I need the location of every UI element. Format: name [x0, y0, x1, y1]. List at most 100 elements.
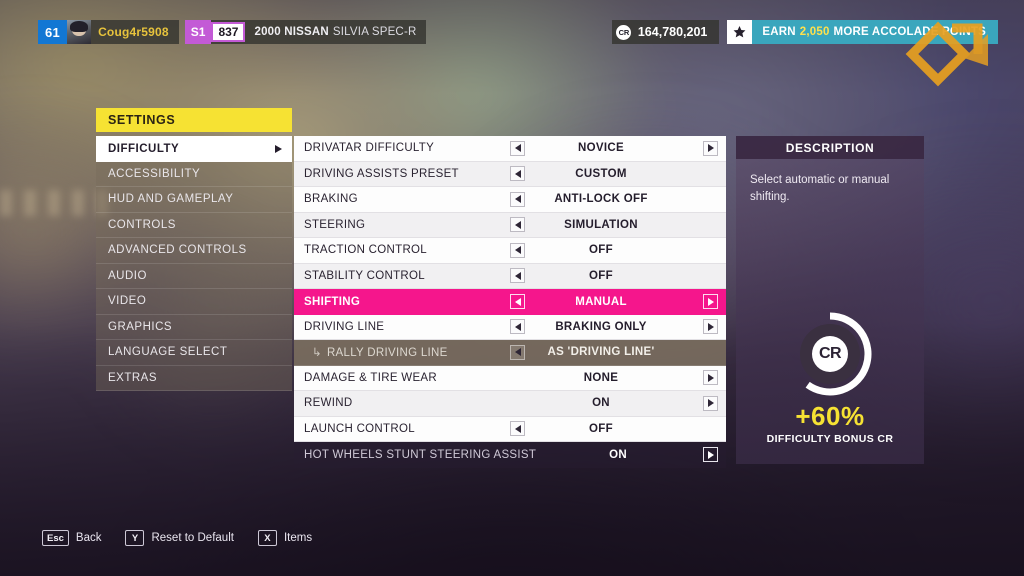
footer-hint-back[interactable]: Esc Back	[42, 530, 101, 546]
increment-arrow-icon[interactable]	[703, 140, 718, 156]
setting-label-text: HOT WHEELS STUNT STEERING ASSIST	[304, 448, 537, 461]
description-heading: DESCRIPTION	[736, 136, 924, 159]
setting-label-text: STEERING	[304, 218, 366, 231]
setting-label: DAMAGE & TIRE WEAR	[294, 372, 502, 384]
decrement-arrow-icon[interactable]	[510, 191, 525, 207]
increment-arrow-icon[interactable]	[703, 447, 718, 463]
decrement-arrow-icon[interactable]	[510, 166, 525, 182]
sidebar-item-label: ADVANCED CONTROLS	[108, 244, 247, 257]
sub-item-arrow-icon: ↳	[312, 347, 322, 360]
car-name-label: 2000 NISSAN SILVIA SPEC-R	[245, 20, 426, 44]
player-level-badge: 61	[38, 20, 68, 44]
settings-row[interactable]: DAMAGE & TIRE WEAR NONE	[294, 365, 726, 391]
hint-label: Back	[75, 532, 102, 544]
settings-row[interactable]: REWIND ON	[294, 391, 726, 417]
sidebar-item-audio[interactable]: AUDIO	[96, 263, 292, 289]
chevron-right-icon	[275, 144, 282, 153]
accolade-amount: 2,050	[799, 26, 830, 38]
sidebar-item-hud-and-gameplay[interactable]: HUD AND GAMEPLAY	[96, 187, 292, 213]
sidebar-item-label: HUD AND GAMEPLAY	[108, 193, 234, 206]
footer-hint-items[interactable]: X Items	[257, 530, 312, 546]
setting-label-text: DRIVING ASSISTS PRESET	[304, 167, 459, 180]
decrement-arrow-icon[interactable]	[510, 242, 525, 258]
settings-row[interactable]: ↳ RALLY DRIVING LINE AS 'DRIVING LINE'	[294, 340, 726, 366]
decrement-arrow-icon[interactable]	[510, 268, 525, 284]
setting-label: STEERING	[294, 219, 502, 231]
setting-value: ON	[609, 448, 628, 461]
setting-value: AS 'DRIVING LINE'	[547, 346, 655, 359]
settings-row[interactable]: DRIVING LINE BRAKING ONLY	[294, 314, 726, 340]
sidebar-item-video[interactable]: VIDEO	[96, 289, 292, 315]
setting-label: TRACTION CONTROL	[294, 244, 502, 256]
settings-rows-panel: DRIVATAR DIFFICULTY NOVICE DRIVING ASSISTS…	[294, 136, 726, 468]
increment-arrow-icon[interactable]	[703, 395, 718, 411]
increment-arrow-icon[interactable]	[703, 319, 718, 335]
description-text: Select automatic or manual shifting.	[750, 174, 890, 204]
settings-row[interactable]: BRAKING ANTI-LOCK OFF	[294, 187, 726, 213]
gamertag-label: Coug4r5908	[98, 25, 169, 39]
player-pill: 61 Coug4r5908	[38, 20, 179, 44]
settings-row[interactable]: DRIVATAR DIFFICULTY NOVICE	[294, 136, 726, 162]
setting-label-text: DAMAGE & TIRE WEAR	[304, 371, 437, 384]
credits-value: 164,780,201	[637, 25, 708, 39]
accolade-prefix: EARN	[762, 26, 796, 38]
credits-pill: CR 164,780,201	[611, 20, 720, 44]
setting-label-text: REWIND	[304, 397, 353, 410]
setting-label-text: DRIVATAR DIFFICULTY	[304, 142, 435, 155]
car-year-make: 2000 NISSAN	[254, 26, 329, 38]
sidebar-item-graphics[interactable]: GRAPHICS	[96, 314, 292, 340]
sidebar-item-language-select[interactable]: LANGUAGE SELECT	[96, 340, 292, 366]
setting-value: NOVICE	[578, 142, 624, 155]
sidebar-item-difficulty[interactable]: DIFFICULTY	[96, 136, 292, 162]
increment-arrow-icon[interactable]	[703, 294, 718, 310]
decrement-arrow-icon[interactable]	[510, 140, 525, 156]
currency-and-accolades-group: CR 164,780,201 EARN 2,050 MORE ACCOLADE …	[611, 20, 998, 87]
horizon-logo-icon	[905, 21, 988, 87]
setting-value: ON	[592, 397, 610, 410]
decrement-arrow-icon[interactable]	[510, 421, 525, 437]
setting-label: BRAKING	[294, 193, 502, 205]
sidebar-item-label: LANGUAGE SELECT	[108, 346, 228, 359]
star-icon	[727, 20, 753, 44]
footer-hint-bar: Esc Back Y Reset to Default X Items	[42, 530, 312, 546]
setting-value: NONE	[583, 371, 619, 384]
setting-label: DRIVATAR DIFFICULTY	[294, 142, 502, 154]
settings-row[interactable]: STEERING SIMULATION	[294, 212, 726, 238]
settings-row[interactable]: LAUNCH CONTROL OFF	[294, 416, 726, 442]
decrement-arrow-icon[interactable]	[510, 344, 525, 360]
setting-label: HOT WHEELS STUNT STEERING ASSIST	[294, 449, 536, 461]
decrement-arrow-icon[interactable]	[510, 217, 525, 233]
description-panel: DESCRIPTION Select automatic or manual s…	[736, 136, 924, 464]
setting-label: SHIFTING	[294, 296, 502, 308]
setting-value: SIMULATION	[564, 218, 638, 231]
car-model: SILVIA SPEC-R	[332, 26, 417, 38]
setting-value: BRAKING ONLY	[555, 320, 647, 333]
settings-row[interactable]: TRACTION CONTROL OFF	[294, 238, 726, 264]
setting-value: OFF	[589, 422, 613, 435]
setting-label: DRIVING LINE	[294, 321, 502, 333]
footer-hint-reset-to-default[interactable]: Y Reset to Default	[125, 530, 234, 546]
settings-row[interactable]: HOT WHEELS STUNT STEERING ASSIST ON	[294, 442, 726, 468]
setting-value: MANUAL	[575, 295, 627, 308]
sidebar-item-label: VIDEO	[108, 295, 147, 308]
setting-value: CUSTOM	[575, 167, 627, 180]
setting-label: DRIVING ASSISTS PRESET	[294, 168, 502, 180]
sidebar-item-controls[interactable]: CONTROLS	[96, 212, 292, 238]
decrement-arrow-icon[interactable]	[510, 294, 525, 310]
settings-row[interactable]: SHIFTING MANUAL	[294, 289, 726, 315]
setting-label-text: LAUNCH CONTROL	[304, 422, 415, 435]
setting-label-text: TRACTION CONTROL	[304, 244, 427, 257]
credits-bonus-wheel: CR	[788, 312, 872, 396]
sidebar-item-accessibility[interactable]: ACCESSIBILITY	[96, 161, 292, 187]
credits-wheel-hub: CR	[800, 324, 860, 384]
setting-label-text: SHIFTING	[304, 295, 361, 308]
setting-label-text: DRIVING LINE	[304, 320, 385, 333]
setting-value: OFF	[589, 244, 613, 257]
increment-arrow-icon[interactable]	[703, 370, 718, 386]
setting-label: STABILITY CONTROL	[294, 270, 502, 282]
settings-row[interactable]: DRIVING ASSISTS PRESET CUSTOM	[294, 161, 726, 187]
decrement-arrow-icon[interactable]	[510, 319, 525, 335]
sidebar-item-extras[interactable]: EXTRAS	[96, 365, 292, 391]
sidebar-item-advanced-controls[interactable]: ADVANCED CONTROLS	[96, 238, 292, 264]
settings-row[interactable]: STABILITY CONTROL OFF	[294, 263, 726, 289]
